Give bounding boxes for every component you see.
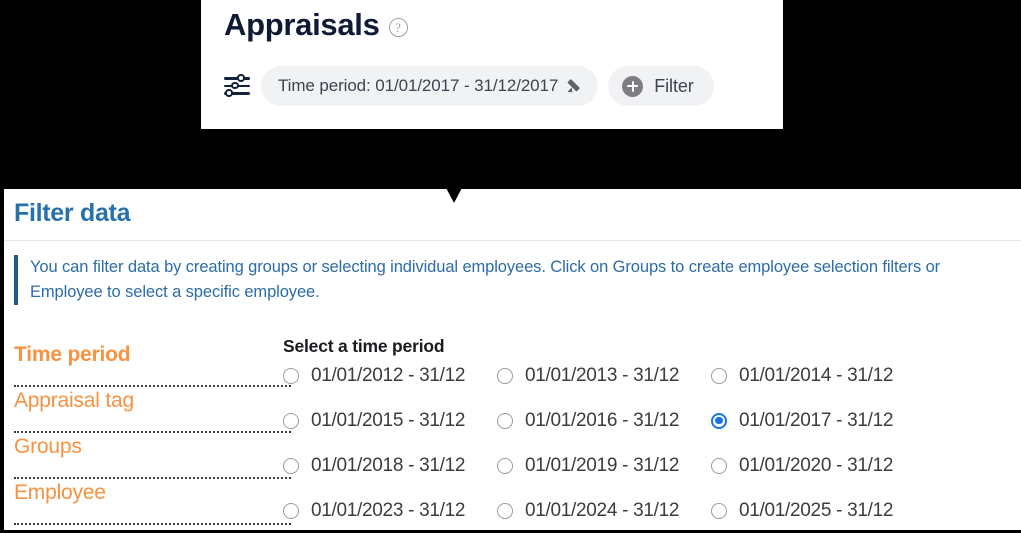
radio-button-icon[interactable] (711, 502, 727, 519)
time-period-radio-label: 01/01/2020 - 31/12 (739, 454, 894, 476)
add-filter-button-label: Filter (654, 75, 694, 96)
time-period-section: Select a time period 01/01/2012 - 31/12 0… (283, 336, 1021, 525)
filter-tab-appraisal-tag[interactable]: Appraisal tag (14, 387, 291, 433)
time-period-radio-label: 01/01/2017 - 31/12 (739, 409, 894, 431)
page-title-row: Appraisals ? (224, 5, 408, 45)
time-period-radio-label: 01/01/2025 - 31/12 (739, 499, 894, 521)
help-circle-icon[interactable]: ? (388, 17, 408, 37)
time-period-radio-label: 01/01/2019 - 31/12 (525, 454, 680, 476)
time-period-radio-grid: 01/01/2012 - 31/12 01/01/2013 - 31/12 01/0… (283, 361, 1021, 525)
pencil-icon[interactable] (567, 78, 583, 94)
caret-down-icon (445, 186, 463, 203)
time-period-radio-label: 01/01/2018 - 31/12 (311, 454, 466, 476)
radio-button-icon[interactable] (283, 502, 299, 519)
filter-panel-title: Filter data (14, 199, 131, 227)
time-period-radio-label: 01/01/2012 - 31/12 (311, 364, 466, 386)
filter-tab-time-period[interactable]: Time period (14, 341, 291, 387)
time-period-chip-label: Time period: 01/01/2017 - 31/12/2017 (278, 76, 559, 95)
filter-bar: Time period: 01/01/2017 - 31/12/2017 Fil… (223, 66, 714, 106)
filter-tab-label: Employee (14, 481, 106, 504)
time-period-section-title: Select a time period (283, 336, 445, 356)
filter-tab-label: Appraisal tag (14, 389, 134, 412)
time-period-radio-option[interactable]: 01/01/2019 - 31/12 (497, 451, 711, 480)
time-period-radio-label: 01/01/2024 - 31/12 (525, 499, 680, 521)
radio-button-icon[interactable] (283, 457, 299, 474)
time-period-radio-label: 01/01/2023 - 31/12 (311, 499, 466, 521)
add-filter-button[interactable]: Filter (608, 66, 714, 106)
time-period-radio-label: 01/01/2015 - 31/12 (311, 409, 466, 431)
radio-button-icon[interactable] (497, 457, 513, 474)
filter-tab-label: Groups (14, 435, 82, 458)
filter-tab-label: Time period (14, 343, 131, 366)
filter-tab-rail: Time period Appraisal tag Groups Employee (14, 341, 291, 525)
page-header-card: Appraisals ? Time period: 01/01/2017 - 3… (201, 0, 783, 129)
time-period-radio-option[interactable]: 01/01/2023 - 31/12 (283, 496, 497, 525)
time-period-radio-option[interactable]: 01/01/2024 - 31/12 (497, 496, 711, 525)
time-period-radio-label: 01/01/2013 - 31/12 (525, 364, 680, 386)
radio-button-icon[interactable] (497, 412, 513, 429)
time-period-radio-label: 01/01/2014 - 31/12 (739, 364, 894, 386)
page-title: Appraisals (224, 7, 380, 42)
time-period-radio-option[interactable]: 01/01/2017 - 31/12 (711, 406, 925, 435)
filter-panel-header: Filter data (4, 189, 1021, 241)
time-period-radio-option[interactable]: 01/01/2014 - 31/12 (711, 361, 925, 390)
radio-button-icon[interactable] (711, 367, 727, 384)
time-period-radio-label: 01/01/2016 - 31/12 (525, 409, 680, 431)
time-period-radio-option[interactable]: 01/01/2013 - 31/12 (497, 361, 711, 390)
time-period-chip[interactable]: Time period: 01/01/2017 - 31/12/2017 (261, 66, 599, 106)
plus-circle-icon (622, 75, 644, 97)
radio-button-icon[interactable] (711, 412, 727, 429)
info-callout: You can filter data by creating groups o… (14, 255, 1009, 305)
radio-button-icon[interactable] (283, 367, 299, 384)
time-period-radio-option[interactable]: 01/01/2020 - 31/12 (711, 451, 925, 480)
time-period-radio-option[interactable]: 01/01/2015 - 31/12 (283, 406, 497, 435)
filter-data-panel: Filter data You can filter data by creat… (0, 186, 1021, 533)
filter-tab-groups[interactable]: Groups (14, 433, 291, 479)
time-period-radio-option[interactable]: 01/01/2018 - 31/12 (283, 451, 497, 480)
time-period-radio-option[interactable]: 01/01/2016 - 31/12 (497, 406, 711, 435)
info-callout-text: You can filter data by creating groups o… (30, 258, 941, 301)
radio-button-icon[interactable] (497, 367, 513, 384)
filter-tab-employee[interactable]: Employee (14, 479, 291, 525)
time-period-radio-option[interactable]: 01/01/2025 - 31/12 (711, 496, 925, 525)
radio-button-icon[interactable] (497, 502, 513, 519)
time-period-radio-option[interactable]: 01/01/2012 - 31/12 (283, 361, 497, 390)
radio-button-icon[interactable] (283, 412, 299, 429)
radio-button-icon[interactable] (711, 457, 727, 474)
sliders-icon (223, 73, 251, 99)
